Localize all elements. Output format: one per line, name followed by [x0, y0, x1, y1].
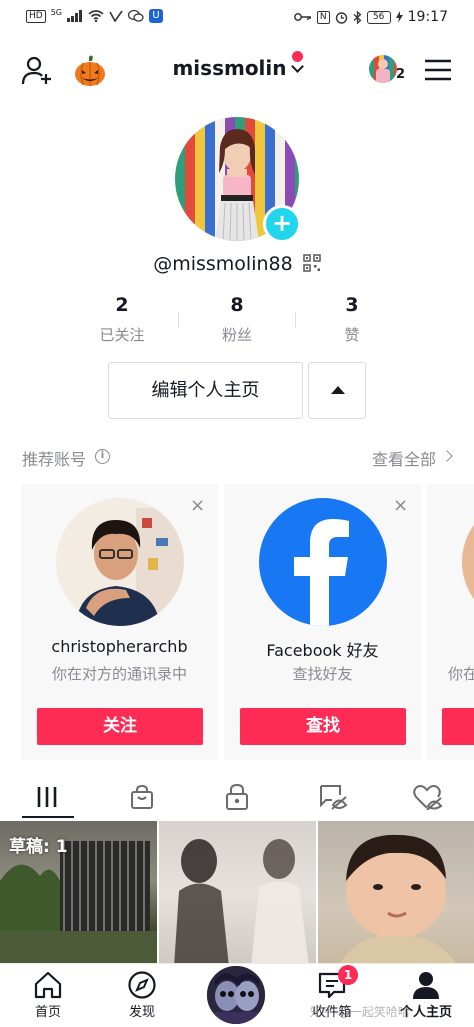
tagged-icon: [320, 785, 348, 810]
hd-icon: HD: [26, 9, 46, 23]
video-tile[interactable]: [159, 821, 316, 967]
stat-divider: [295, 312, 296, 328]
network-type: 5G: [50, 7, 62, 17]
switch-account-avatar[interactable]: 2: [369, 55, 405, 85]
signal-icon: [67, 10, 82, 22]
wifi-icon: [88, 10, 104, 22]
nav-home-label[interactable]: 首页: [8, 1001, 88, 1020]
find-friends-button[interactable]: 查找: [240, 708, 406, 745]
tab-videos[interactable]: [30, 784, 64, 810]
profile-handle: @missmolin88: [153, 253, 293, 275]
notification-dot: [292, 51, 303, 62]
check-icon: [109, 10, 123, 22]
inbox-badge: 1: [338, 965, 358, 985]
menu-button[interactable]: [424, 59, 452, 81]
followers-label[interactable]: 粉丝: [187, 324, 287, 345]
accounts-count: 2: [396, 67, 406, 82]
alarm-icon: [335, 11, 347, 24]
see-all-link[interactable]: 查看全部: [372, 446, 436, 470]
suggested-user-reason: 你在: [448, 665, 474, 683]
watermark-text: 知乎 @一起笑哈哈: [310, 1005, 410, 1019]
u-app-icon: U: [149, 9, 163, 23]
battery-icon: 56: [366, 10, 391, 24]
key-icon: [293, 13, 311, 21]
likes-count[interactable]: 3: [302, 294, 402, 316]
facebook-logo-icon[interactable]: [259, 498, 387, 626]
draft-label: 草稿: 1: [9, 837, 68, 857]
suggested-user-reason: 你在对方的通讯录中: [51, 665, 187, 683]
followers-count[interactable]: 8: [187, 294, 287, 316]
bluetooth-icon: [353, 10, 362, 24]
shop-bag-icon: [131, 784, 153, 809]
status-bar: HD 5G U N 56 19:17: [0, 0, 474, 36]
profile-handle-row: @missmolin88: [0, 252, 474, 275]
suggested-account-card-partial[interactable]: 你在: [427, 484, 474, 760]
following-label[interactable]: 已关注: [72, 324, 172, 345]
private-lock-icon: [226, 783, 248, 810]
toggle-suggestions-button[interactable]: [308, 362, 366, 419]
suggested-user-name[interactable]: christopherarchb: [21, 637, 218, 656]
plus-icon: +: [271, 209, 293, 237]
facebook-friends-subtitle: 查找好友: [292, 665, 353, 683]
tab-tagged[interactable]: [318, 783, 348, 811]
likes-label[interactable]: 赞: [302, 324, 402, 345]
following-count[interactable]: 2: [72, 294, 172, 316]
home-icon: [34, 971, 62, 999]
status-right: N 56 19:17: [293, 9, 448, 25]
edit-profile-button[interactable]: 编辑个人主页: [108, 362, 303, 419]
compass-icon: [128, 971, 156, 999]
dismiss-card-close-icon[interactable]: ×: [393, 495, 408, 516]
videos-grid-icon: [36, 787, 58, 807]
create-video-button[interactable]: [205, 964, 267, 1026]
small-avatar: [369, 55, 397, 83]
add-avatar-button[interactable]: +: [263, 205, 301, 243]
video-tile[interactable]: [318, 821, 474, 967]
avatar-sticker-icon: [207, 966, 265, 1024]
liked-icon: [413, 785, 443, 811]
follow-button[interactable]: 关注: [37, 708, 203, 745]
hamburger-menu-icon: [425, 59, 451, 81]
profile-person-icon: [413, 972, 439, 999]
tab-liked[interactable]: [413, 784, 443, 811]
caret-up-icon: [331, 386, 345, 394]
dismiss-card-close-icon[interactable]: ×: [190, 495, 205, 516]
header-username: missmolin: [172, 56, 287, 80]
clock: 19:17: [407, 9, 448, 25]
tab-private[interactable]: [225, 783, 249, 810]
nav-discover-label[interactable]: 发现: [102, 1001, 182, 1020]
tab-shop[interactable]: [129, 784, 155, 810]
chevron-down-icon: [290, 60, 304, 73]
charging-icon: [395, 11, 403, 23]
nfc-icon: N: [316, 10, 330, 24]
wechat-icon: [128, 9, 144, 22]
status-left: HD 5G U: [26, 7, 163, 23]
facebook-friends-title[interactable]: Facebook 好友: [224, 637, 421, 661]
info-icon[interactable]: i: [95, 449, 110, 464]
qr-code-icon[interactable]: [303, 254, 321, 272]
suggested-user-avatar[interactable]: [56, 498, 184, 626]
active-tab-indicator: [22, 816, 74, 818]
chevron-right-icon: [441, 450, 453, 462]
stat-divider: [178, 312, 179, 328]
recommended-title: 推荐账号: [22, 450, 87, 469]
